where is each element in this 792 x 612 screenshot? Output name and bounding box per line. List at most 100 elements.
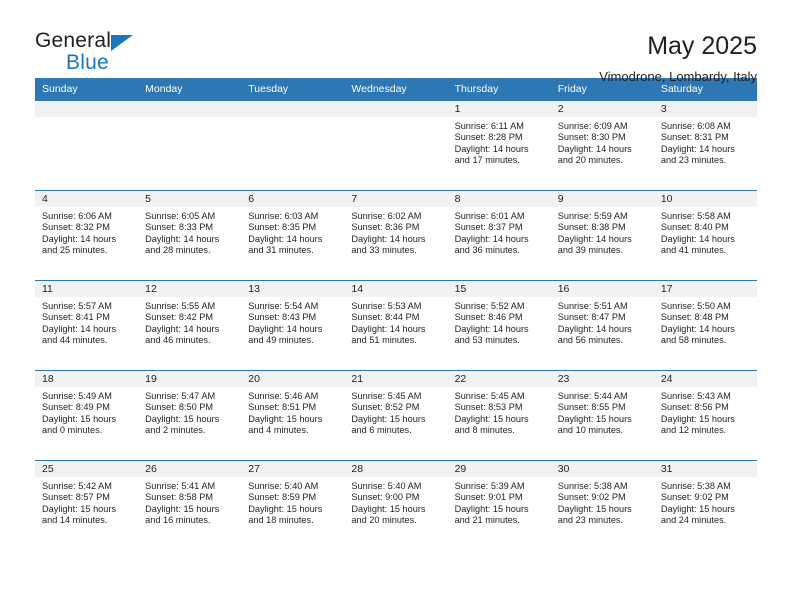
day-number: 23 (550, 370, 654, 387)
day-details: Sunrise: 5:45 AM Sunset: 8:52 PM Daylight:… (344, 387, 447, 437)
day-number: 30 (550, 460, 654, 477)
calendar-day-cell[interactable]: 27 Sunrise: 5:40 AM Sunset: 8:59 PM Dayligh… (241, 459, 345, 550)
calendar-day-cell[interactable]: 26 Sunrise: 5:41 AM Sunset: 8:58 PM Dayligh… (138, 459, 242, 550)
calendar-day-cell[interactable]: 23 Sunrise: 5:44 AM Sunset: 8:55 PM Dayligh… (550, 369, 654, 460)
calendar-empty-cell (344, 100, 448, 190)
day-number: 15 (447, 280, 551, 297)
calendar-day-cell[interactable]: 22 Sunrise: 5:45 AM Sunset: 8:53 PM Dayligh… (447, 369, 551, 460)
calendar-day-cell[interactable]: 15 Sunrise: 5:52 AM Sunset: 8:46 PM Dayligh… (447, 279, 551, 370)
day-detail-line: and 21 minutes. (454, 515, 520, 526)
day-detail-line: Daylight: 15 hours (248, 413, 323, 424)
calendar-day-cell[interactable]: 4 Sunrise: 6:06 AM Sunset: 8:32 PM Daylight… (35, 189, 139, 280)
calendar-day-cell[interactable]: 16 Sunrise: 5:51 AM Sunset: 8:47 PM Dayligh… (550, 279, 654, 370)
day-detail-line: Daylight: 14 hours (454, 233, 529, 244)
calendar-day-cell[interactable]: 11 Sunrise: 5:57 AM Sunset: 8:41 PM Dayligh… (35, 279, 139, 370)
day-cell-inner: 19 Sunrise: 5:47 AM Sunset: 8:50 PM Dayligh… (138, 370, 242, 460)
day-detail-line: Sunrise: 5:57 AM (42, 300, 112, 311)
calendar-day-cell[interactable]: 9 Sunrise: 5:59 AM Sunset: 8:38 PM Daylight… (550, 189, 654, 280)
calendar-empty-cell (35, 100, 139, 190)
weekday-header-sunday: Sunday (35, 78, 139, 101)
day-cell-inner: 6 Sunrise: 6:03 AM Sunset: 8:35 PM Daylight… (241, 190, 345, 280)
calendar-day-cell[interactable]: 17 Sunrise: 5:50 AM Sunset: 8:48 PM Dayligh… (653, 279, 757, 370)
day-detail-line: Sunset: 9:01 PM (454, 492, 523, 503)
calendar-week-row: 11 Sunrise: 5:57 AM Sunset: 8:41 PM Dayligh… (35, 279, 757, 370)
calendar-day-cell[interactable]: 7 Sunrise: 6:02 AM Sunset: 8:36 PM Daylight… (344, 189, 448, 280)
day-detail-line: Sunset: 8:41 PM (42, 312, 110, 323)
logo-text-general: General (35, 29, 112, 52)
triangle-icon (111, 35, 133, 51)
day-cell-inner: 15 Sunrise: 5:52 AM Sunset: 8:46 PM Dayligh… (447, 280, 551, 370)
day-number: 18 (35, 370, 139, 387)
calendar-day-cell[interactable]: 8 Sunrise: 6:01 AM Sunset: 8:37 PM Daylight… (447, 189, 551, 280)
day-number: 8 (447, 190, 551, 207)
calendar-day-cell[interactable]: 29 Sunrise: 5:39 AM Sunset: 9:01 PM Dayligh… (447, 459, 551, 550)
day-detail-line: and 0 minutes. (42, 425, 103, 436)
day-detail-line: Sunrise: 5:47 AM (145, 390, 216, 401)
calendar-week-row: 18 Sunrise: 5:49 AM Sunset: 8:49 PM Dayligh… (35, 369, 757, 460)
day-detail-line: Daylight: 15 hours (351, 413, 426, 424)
calendar-day-cell[interactable]: 14 Sunrise: 5:53 AM Sunset: 8:44 PM Dayligh… (344, 279, 448, 370)
day-number: 21 (344, 370, 448, 387)
day-detail-line: Sunrise: 6:01 AM (454, 210, 525, 221)
day-cell-inner: 20 Sunrise: 5:46 AM Sunset: 8:51 PM Dayligh… (241, 370, 345, 460)
day-number: 17 (653, 280, 757, 297)
calendar-page: General Blue May 2025 Vimodrone, Lombard… (0, 0, 792, 612)
calendar-day-cell[interactable]: 19 Sunrise: 5:47 AM Sunset: 8:50 PM Dayligh… (138, 369, 242, 460)
day-detail-line: and 18 minutes. (248, 515, 314, 526)
day-number: 3 (653, 100, 757, 117)
calendar-day-cell[interactable]: 31 Sunrise: 5:38 AM Sunset: 9:02 PM Dayligh… (653, 459, 757, 550)
calendar-day-cell[interactable]: 25 Sunrise: 5:42 AM Sunset: 8:57 PM Dayligh… (35, 459, 139, 550)
day-detail-line: Sunrise: 5:38 AM (660, 480, 731, 491)
day-detail-line: and 49 minutes. (248, 335, 314, 346)
calendar-day-cell[interactable]: 20 Sunrise: 5:46 AM Sunset: 8:51 PM Dayligh… (241, 369, 345, 460)
day-cell-inner: 2 Sunrise: 6:09 AM Sunset: 8:30 PM Daylight… (550, 100, 654, 190)
day-detail-line: Daylight: 14 hours (42, 323, 117, 334)
calendar-day-cell[interactable]: 24 Sunrise: 5:43 AM Sunset: 8:56 PM Dayligh… (653, 369, 757, 460)
day-detail-line: and 4 minutes. (248, 425, 309, 436)
day-cell-inner: 28 Sunrise: 5:40 AM Sunset: 9:00 PM Dayligh… (344, 460, 448, 550)
day-detail-line: Sunset: 8:51 PM (248, 402, 317, 413)
day-number: 20 (241, 370, 345, 387)
day-cell-inner: 26 Sunrise: 5:41 AM Sunset: 8:58 PM Dayligh… (138, 460, 242, 550)
calendar-day-cell[interactable]: 5 Sunrise: 6:05 AM Sunset: 8:33 PM Daylight… (138, 189, 242, 280)
day-detail-line: Daylight: 15 hours (248, 503, 323, 514)
day-cell-inner: 16 Sunrise: 5:51 AM Sunset: 8:47 PM Dayligh… (550, 280, 654, 370)
day-details: Sunrise: 5:54 AM Sunset: 8:43 PM Daylight:… (241, 297, 344, 347)
calendar-day-cell[interactable]: 6 Sunrise: 6:03 AM Sunset: 8:35 PM Daylight… (241, 189, 345, 280)
day-cell-inner: 13 Sunrise: 5:54 AM Sunset: 8:43 PM Dayligh… (241, 280, 345, 370)
calendar-day-cell[interactable]: 21 Sunrise: 5:45 AM Sunset: 8:52 PM Dayligh… (344, 369, 448, 460)
day-detail-line: Sunset: 8:33 PM (145, 222, 214, 233)
day-detail-line: and 39 minutes. (557, 245, 624, 256)
calendar-day-cell[interactable]: 1 Sunrise: 6:11 AM Sunset: 8:28 PM Daylight… (447, 100, 551, 190)
day-cell-inner: 8 Sunrise: 6:01 AM Sunset: 8:37 PM Daylight… (447, 190, 551, 280)
day-detail-line: Sunset: 8:55 PM (557, 402, 626, 413)
day-detail-line: Sunset: 9:00 PM (351, 492, 420, 503)
calendar-day-cell[interactable]: 2 Sunrise: 6:09 AM Sunset: 8:30 PM Daylight… (550, 100, 654, 190)
day-number: 5 (138, 190, 242, 207)
day-detail-line: Daylight: 14 hours (248, 323, 323, 334)
day-cell-inner (241, 100, 345, 190)
calendar-day-cell[interactable]: 12 Sunrise: 5:55 AM Sunset: 8:42 PM Dayligh… (138, 279, 242, 370)
day-detail-line: Sunset: 8:37 PM (454, 222, 523, 233)
day-cell-inner: 25 Sunrise: 5:42 AM Sunset: 8:57 PM Dayligh… (35, 460, 139, 550)
general-blue-logo[interactable]: General Blue (35, 30, 150, 78)
day-detail-line: and 31 minutes. (248, 245, 314, 256)
day-number: 2 (550, 100, 654, 117)
calendar-day-cell[interactable]: 28 Sunrise: 5:40 AM Sunset: 9:00 PM Dayligh… (344, 459, 448, 550)
day-detail-line: Sunset: 8:47 PM (557, 312, 626, 323)
day-detail-line: and 8 minutes. (454, 425, 515, 436)
calendar-day-cell[interactable]: 18 Sunrise: 5:49 AM Sunset: 8:49 PM Dayligh… (35, 369, 139, 460)
day-detail-line: Sunrise: 5:45 AM (454, 390, 525, 401)
calendar-day-cell[interactable]: 10 Sunrise: 5:58 AM Sunset: 8:40 PM Dayligh… (653, 189, 757, 280)
day-detail-line: Daylight: 14 hours (557, 233, 632, 244)
day-detail-line: Sunrise: 6:03 AM (248, 210, 319, 221)
calendar-day-cell[interactable]: 13 Sunrise: 5:54 AM Sunset: 8:43 PM Dayligh… (241, 279, 345, 370)
day-number (138, 100, 242, 117)
day-number: 29 (447, 460, 551, 477)
calendar-day-cell[interactable]: 3 Sunrise: 6:08 AM Sunset: 8:31 PM Daylight… (653, 100, 757, 190)
title-block: May 2025 Vimodrone, Lombardy, Italy (599, 30, 757, 85)
day-detail-line: Daylight: 14 hours (454, 143, 529, 154)
calendar-day-cell[interactable]: 30 Sunrise: 5:38 AM Sunset: 9:02 PM Dayligh… (550, 459, 654, 550)
weekday-header-thursday: Thursday (447, 78, 551, 101)
day-details: Sunrise: 6:02 AM Sunset: 8:36 PM Daylight:… (344, 207, 447, 257)
